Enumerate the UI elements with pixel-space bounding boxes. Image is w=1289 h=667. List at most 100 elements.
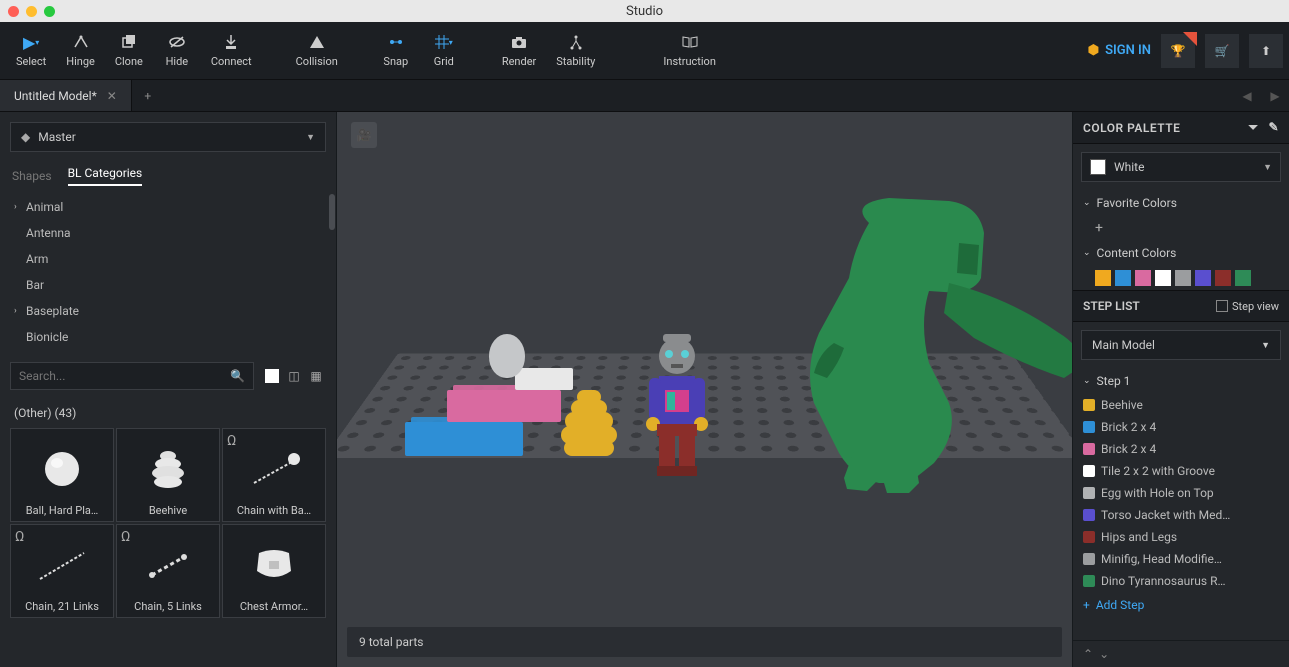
chevron-down-icon: ▼ bbox=[306, 132, 315, 143]
category-bionicle[interactable]: Bionicle bbox=[0, 324, 336, 350]
titlebar: Studio bbox=[0, 0, 1289, 22]
minimize-window[interactable] bbox=[26, 6, 37, 17]
color-swatch[interactable] bbox=[1235, 270, 1251, 286]
right-panel: COLOR PALETTE ⏷ ✎ White ▼ ⌄Favorite Colo… bbox=[1072, 112, 1289, 667]
master-dropdown[interactable]: ◆ Master ▼ bbox=[10, 122, 326, 152]
view-grid[interactable]: ▦ bbox=[306, 366, 326, 386]
maximize-window[interactable] bbox=[44, 6, 55, 17]
filter-icon[interactable]: ⏷ bbox=[1248, 120, 1258, 135]
collapse-icon[interactable]: ⌃ bbox=[1083, 647, 1093, 661]
brick-blue bbox=[405, 422, 523, 456]
tab-label: Untitled Model* bbox=[14, 89, 97, 103]
step-view-toggle[interactable]: Step view bbox=[1216, 300, 1279, 313]
tool-grid[interactable]: ▾Grid bbox=[420, 29, 468, 72]
step-item[interactable]: Brick 2 x 4 bbox=[1077, 438, 1285, 460]
tab-bl-categories[interactable]: BL Categories bbox=[68, 166, 143, 186]
part-chain-21[interactable]: ΩChain, 21 Links bbox=[10, 524, 114, 618]
category-antenna[interactable]: Antenna bbox=[0, 220, 336, 246]
cart-button[interactable]: 🛒 bbox=[1205, 34, 1239, 68]
part-beehive[interactable]: Beehive bbox=[116, 428, 220, 522]
step-item[interactable]: Beehive bbox=[1077, 394, 1285, 416]
step-item[interactable]: Tile 2 x 2 with Groove bbox=[1077, 460, 1285, 482]
step-item[interactable]: Torso Jacket with Med… bbox=[1077, 504, 1285, 526]
color-swatch[interactable] bbox=[1175, 270, 1191, 286]
viewport[interactable]: 🎥 bbox=[337, 112, 1072, 667]
add-tab-button[interactable]: + bbox=[132, 80, 164, 111]
favorite-colors-section[interactable]: ⌄Favorite Colors bbox=[1073, 190, 1289, 216]
color-swatch[interactable] bbox=[1135, 270, 1151, 286]
step-item[interactable]: Minifig, Head Modifie… bbox=[1077, 548, 1285, 570]
color-swatch[interactable] bbox=[1155, 270, 1171, 286]
category-animal[interactable]: ›Animal bbox=[0, 194, 336, 220]
upload-icon: ⬆ bbox=[1261, 44, 1271, 58]
tool-select[interactable]: ▶▾Select bbox=[6, 29, 56, 72]
step-item[interactable]: Egg with Hole on Top bbox=[1077, 482, 1285, 504]
color-swatch[interactable] bbox=[1095, 270, 1111, 286]
add-favorite-color[interactable]: + bbox=[1073, 216, 1289, 240]
achievements-button[interactable]: 🏆 bbox=[1161, 34, 1195, 68]
parts-group-label: (Other) (43) bbox=[0, 398, 336, 428]
tile-white bbox=[515, 368, 573, 390]
trophy-icon: 🏆 bbox=[1171, 44, 1186, 58]
color-swatch[interactable] bbox=[1195, 270, 1211, 286]
color-name: White bbox=[1114, 160, 1144, 174]
tool-stability[interactable]: Stability bbox=[546, 29, 605, 72]
content-colors-section[interactable]: ⌄Content Colors bbox=[1073, 240, 1289, 266]
tool-collision[interactable]: Collision bbox=[286, 29, 348, 72]
document-tabs: Untitled Model* ✕ + ◀ ▶ bbox=[0, 80, 1289, 112]
collapse-icon[interactable]: ⌄ bbox=[1099, 647, 1109, 661]
tab-next[interactable]: ▶ bbox=[1261, 80, 1289, 111]
minifig bbox=[637, 332, 707, 472]
step-item[interactable]: Hips and Legs bbox=[1077, 526, 1285, 548]
color-palette-header: COLOR PALETTE ⏷ ✎ bbox=[1073, 112, 1289, 144]
color-select[interactable]: White ▼ bbox=[1081, 152, 1281, 182]
upload-button[interactable]: ⬆ bbox=[1249, 34, 1283, 68]
parts-grid: Ball, Hard Pla… Beehive ΩChain with Ba… … bbox=[0, 428, 336, 618]
tool-instruction[interactable]: Instruction bbox=[653, 29, 726, 72]
part-chain-5[interactable]: ΩChain, 5 Links bbox=[116, 524, 220, 618]
cart-icon: 🛒 bbox=[1215, 44, 1230, 58]
view-solid[interactable] bbox=[265, 369, 279, 383]
color-swatch[interactable] bbox=[1215, 270, 1231, 286]
category-baseplate[interactable]: ›Baseplate bbox=[0, 298, 336, 324]
search-input[interactable]: 🔍 bbox=[10, 362, 254, 390]
signin-button[interactable]: ⬢ SIGN IN bbox=[1088, 43, 1151, 58]
search-icon: 🔍 bbox=[230, 369, 245, 383]
tool-hide[interactable]: Hide bbox=[153, 29, 201, 72]
close-window[interactable] bbox=[8, 6, 19, 17]
category-bar[interactable]: Bar bbox=[0, 272, 336, 298]
eyedropper-icon[interactable]: ✎ bbox=[1268, 120, 1279, 135]
step-1-header[interactable]: ⌄Step 1 bbox=[1073, 368, 1289, 394]
master-label: Master bbox=[38, 130, 76, 144]
step-list-header: STEP LIST Step view bbox=[1073, 290, 1289, 322]
view-outline[interactable]: ◫ bbox=[284, 366, 304, 386]
egg bbox=[489, 334, 525, 378]
dino-trex bbox=[719, 183, 1072, 513]
panel-footer: ⌃⌄ bbox=[1073, 640, 1289, 667]
color-swatch[interactable] bbox=[1115, 270, 1131, 286]
tab-shapes[interactable]: Shapes bbox=[12, 169, 52, 183]
part-chest-armor[interactable]: Chest Armor… bbox=[222, 524, 326, 618]
part-ball[interactable]: Ball, Hard Pla… bbox=[10, 428, 114, 522]
step-item[interactable]: Dino Tyrannosaurus R… bbox=[1077, 570, 1285, 592]
tool-render[interactable]: Render bbox=[492, 29, 546, 72]
tool-connect[interactable]: Connect bbox=[201, 29, 262, 72]
part-chain-ball[interactable]: ΩChain with Ba… bbox=[222, 428, 326, 522]
window-title: Studio bbox=[626, 4, 663, 19]
tab-prev[interactable]: ◀ bbox=[1233, 80, 1261, 111]
model-select[interactable]: Main Model▼ bbox=[1081, 330, 1281, 360]
submodel-icon: ◆ bbox=[21, 130, 30, 144]
tool-snap[interactable]: Snap bbox=[372, 29, 420, 72]
category-list: ›Animal Antenna Arm Bar ›Baseplate Bioni… bbox=[0, 190, 336, 354]
tool-hinge[interactable]: Hinge bbox=[56, 29, 105, 72]
step-item[interactable]: Brick 2 x 4 bbox=[1077, 416, 1285, 438]
tool-clone[interactable]: Clone bbox=[105, 29, 153, 72]
tab-untitled[interactable]: Untitled Model* ✕ bbox=[0, 80, 132, 111]
add-step-button[interactable]: +Add Step bbox=[1073, 592, 1289, 618]
category-arm[interactable]: Arm bbox=[0, 246, 336, 272]
plus-icon: + bbox=[1083, 598, 1090, 612]
toolbar: ▶▾Select Hinge Clone Hide Connect Collis… bbox=[0, 22, 1289, 80]
close-tab-icon[interactable]: ✕ bbox=[107, 89, 117, 103]
scrollbar-thumb[interactable] bbox=[329, 194, 335, 230]
brick-pink bbox=[447, 390, 561, 422]
